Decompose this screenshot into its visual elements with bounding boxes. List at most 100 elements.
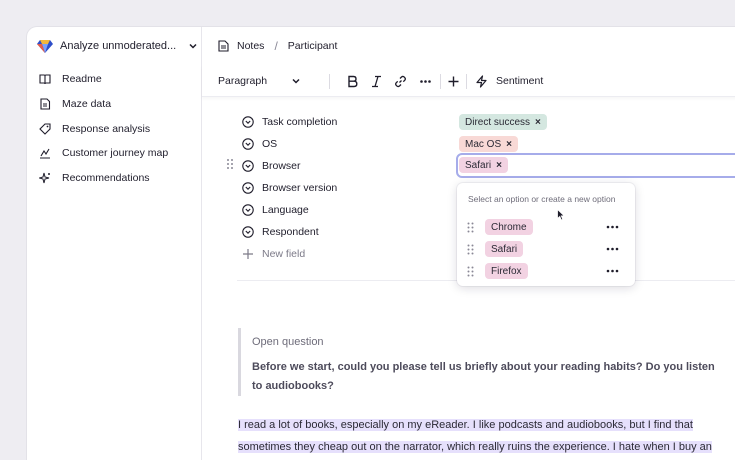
drag-handle-icon[interactable]: [467, 244, 474, 255]
property-fields: Task completion OS Browser Browser versi…: [242, 111, 337, 265]
toolbar-divider: [329, 74, 330, 89]
lightning-icon: [476, 74, 487, 88]
sidebar-item-response-analysis[interactable]: Response analysis: [39, 116, 168, 141]
breadcrumb-current[interactable]: Participant: [288, 40, 338, 52]
sentiment-button[interactable]: Sentiment: [475, 65, 543, 97]
drag-handle-icon[interactable]: [226, 158, 234, 170]
option-label: Firefox: [485, 263, 528, 279]
tag-icon: [39, 123, 51, 135]
tag-label: Safari: [465, 159, 492, 171]
field-label: Language: [262, 204, 309, 216]
drag-handle-icon[interactable]: [467, 222, 474, 233]
circle-chevron-icon: [242, 138, 254, 150]
remove-icon[interactable]: ×: [535, 117, 541, 128]
chevron-down-icon: [189, 43, 197, 49]
journey-icon: [40, 149, 50, 159]
sidebar-item-maze-data[interactable]: Maze data: [39, 92, 168, 117]
plus-icon: [243, 249, 253, 259]
option-dropdown: Select an option or create a new option …: [457, 183, 635, 286]
sidebar-item-label: Maze data: [62, 98, 112, 111]
field-label: Browser version: [262, 182, 338, 194]
bold-button[interactable]: [346, 65, 359, 97]
option-chrome[interactable]: Chrome: [467, 219, 627, 235]
more-icon[interactable]: [606, 265, 619, 277]
link-icon: [395, 75, 406, 87]
paragraph-style-select[interactable]: Paragraph: [218, 65, 301, 97]
chevron-down-icon: [292, 78, 300, 84]
dropdown-hint: Select an option or create a new option: [468, 194, 616, 204]
toolbar-divider: [466, 74, 467, 89]
more-formatting-button[interactable]: [419, 65, 432, 97]
mouse-cursor-icon: [557, 209, 565, 221]
field-browser[interactable]: Browser: [242, 155, 337, 177]
remove-icon[interactable]: ×: [506, 139, 512, 150]
diamond-icon: [37, 40, 53, 53]
new-field-button[interactable]: New field: [242, 243, 337, 265]
option-label: Chrome: [485, 219, 533, 235]
plus-icon: [448, 76, 459, 86]
answer-line: I read a lot of books, especially on my …: [238, 419, 693, 431]
question-block: Open question Before we start, could you…: [238, 328, 718, 396]
field-label: OS: [262, 138, 278, 150]
link-button[interactable]: [394, 65, 407, 97]
circle-chevron-icon: [242, 182, 254, 194]
drag-handle-icon[interactable]: [467, 266, 474, 277]
sidebar-nav: Readme Maze data Response analysis Custo…: [39, 67, 168, 190]
sparkle-icon: [39, 172, 50, 184]
workspace-switcher[interactable]: Analyze unmoderated...: [37, 38, 198, 54]
sidebar-item-recommendations[interactable]: Recommendations: [39, 166, 168, 191]
main-panel: Notes / Participant Paragraph Sentiment …: [202, 27, 735, 460]
field-browser-version[interactable]: Browser version: [242, 177, 337, 199]
more-icon: [420, 79, 431, 83]
value-tag-direct-success[interactable]: Direct success ×: [459, 114, 547, 130]
book-icon: [39, 74, 51, 85]
sidebar-item-label: Readme: [62, 73, 102, 86]
field-label: Browser: [262, 160, 301, 172]
answer-line: sometimes they cheap out on the narrator…: [238, 440, 712, 453]
document-icon: [40, 98, 51, 110]
field-label: Task completion: [262, 116, 338, 128]
field-os[interactable]: OS: [242, 133, 337, 155]
value-tag-mac-os[interactable]: Mac OS ×: [459, 136, 518, 152]
sidebar-item-label: Recommendations: [62, 172, 150, 185]
new-field-label: New field: [262, 248, 306, 260]
circle-chevron-icon: [242, 226, 254, 238]
sentiment-label: Sentiment: [496, 75, 544, 87]
field-respondent[interactable]: Respondent: [242, 221, 337, 243]
question-text: Before we start, could you please tell u…: [252, 361, 715, 392]
toolbar-divider: [440, 74, 441, 89]
circle-chevron-icon: [242, 160, 254, 172]
option-label: Safari: [485, 241, 524, 257]
tag-label: Mac OS: [465, 138, 502, 150]
sidebar-item-label: Customer journey map: [62, 147, 169, 160]
app-window: Analyze unmoderated... Readme Maze data …: [27, 27, 735, 460]
answer-text[interactable]: I read a lot of books, especially on my …: [238, 415, 728, 458]
sidebar-item-label: Response analysis: [62, 122, 151, 135]
field-task-completion[interactable]: Task completion: [242, 111, 337, 133]
sidebar-item-customer-journey-map[interactable]: Customer journey map: [39, 141, 168, 166]
option-firefox[interactable]: Firefox: [467, 263, 627, 279]
editor-toolbar: Paragraph Sentiment: [202, 65, 735, 97]
paragraph-style-label: Paragraph: [218, 75, 268, 87]
question-label: Open question: [252, 336, 324, 348]
insert-button[interactable]: [447, 65, 460, 97]
field-language[interactable]: Language: [242, 199, 337, 221]
remove-icon[interactable]: ×: [496, 160, 502, 171]
italic-button[interactable]: [370, 65, 383, 97]
sidebar-item-readme[interactable]: Readme: [39, 67, 168, 92]
bold-icon: [348, 75, 358, 87]
circle-chevron-icon: [242, 116, 254, 128]
breadcrumb-separator: /: [274, 39, 278, 53]
value-tag-safari[interactable]: Safari ×: [459, 157, 508, 173]
option-safari[interactable]: Safari: [467, 241, 627, 257]
sidebar: Analyze unmoderated... Readme Maze data …: [27, 27, 202, 460]
circle-chevron-icon: [242, 204, 254, 216]
more-icon[interactable]: [606, 243, 619, 255]
breadcrumb: Notes / Participant: [218, 39, 337, 53]
more-icon[interactable]: [606, 221, 619, 233]
field-label: Respondent: [262, 226, 319, 238]
notes-icon: [218, 40, 229, 52]
workspace-title: Analyze unmoderated...: [60, 40, 177, 52]
tag-label: Direct success: [465, 116, 531, 128]
breadcrumb-notes[interactable]: Notes: [237, 40, 264, 52]
